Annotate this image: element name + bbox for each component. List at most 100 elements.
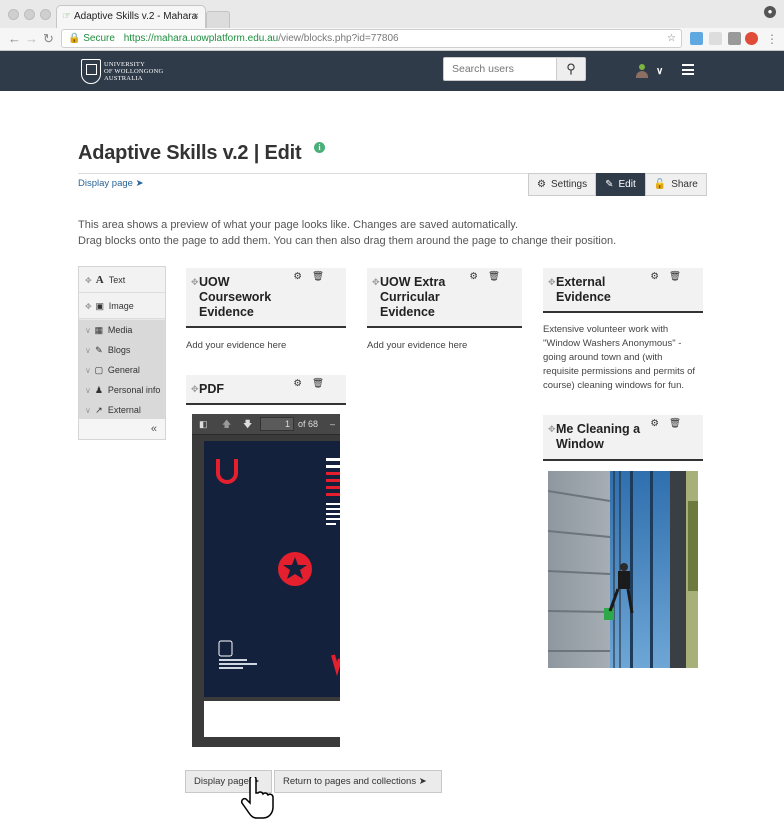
block-me-cleaning-window: ✥ Me Cleaning a Window ⚙🗑: [543, 415, 703, 461]
forward-icon[interactable]: →: [25, 30, 38, 48]
collapse-palette-button[interactable]: «: [79, 419, 165, 439]
block-title: Me Cleaning a Window: [556, 422, 641, 451]
cogs-icon: ⚙: [537, 179, 546, 190]
new-tab-button[interactable]: [206, 11, 230, 28]
favicon-icon: ☞: [62, 11, 71, 22]
u-letter-graphic: [216, 459, 238, 484]
palette-label: Media: [107, 325, 133, 335]
lock-icon: 🔒: [68, 33, 81, 44]
hamburger-menu-icon[interactable]: [682, 64, 694, 75]
palette-label: Blogs: [107, 345, 131, 355]
close-window-button[interactable]: [8, 9, 19, 20]
block-header[interactable]: ✥ UOW Coursework Evidence ⚙🗑: [186, 268, 346, 328]
gear-icon[interactable]: ⚙: [650, 418, 669, 429]
briefcase-icon: ▢: [94, 365, 104, 375]
image-icon: ▣: [95, 301, 104, 311]
adblock-icon[interactable]: [745, 32, 758, 45]
search-button[interactable]: ⚲: [557, 57, 586, 81]
settings-button[interactable]: ⚙ Settings: [528, 173, 597, 196]
uow-logo[interactable]: UNIVERSITY OF WOLLONGONG AUSTRALIA: [81, 57, 163, 85]
window-cleaner-photo: [548, 471, 698, 668]
palette-label: Personal info: [107, 385, 161, 395]
url-field[interactable]: 🔒 Secure https://mahara.uowplatform.edu.…: [61, 29, 682, 48]
block-header[interactable]: ✥ PDF ⚙🗑: [186, 375, 346, 405]
share-button[interactable]: 🔓 Share: [644, 173, 707, 196]
trash-icon[interactable]: 🗑: [312, 378, 334, 389]
edit-button[interactable]: ✎ Edit: [596, 173, 645, 196]
sidebar-toggle-icon[interactable]: ◧: [199, 414, 208, 434]
zoom-out-icon[interactable]: –: [330, 414, 335, 434]
gear-icon[interactable]: ⚙: [469, 271, 488, 282]
page-title: Adaptive Skills v.2 | Edit: [78, 142, 302, 164]
return-to-pages-button[interactable]: Return to pages and collections ➤: [274, 770, 442, 793]
palette-category-external[interactable]: ∨ ↗ External: [79, 400, 165, 420]
palette-category-blogs[interactable]: ∨ ✎ Blogs: [79, 340, 165, 360]
extension-icon[interactable]: [728, 32, 741, 45]
trash-icon[interactable]: 🗑: [669, 418, 691, 429]
back-icon[interactable]: ←: [8, 30, 21, 48]
browser-menu-icon[interactable]: ⋮: [766, 30, 778, 48]
url-host: https://mahara.uowplatform.edu.au: [123, 33, 279, 44]
secure-label: Secure: [83, 33, 115, 44]
browser-tab[interactable]: ☞ Adaptive Skills v.2 - Mahara ×: [56, 5, 206, 28]
intro-line-2: Drag blocks onto the page to add them. Y…: [78, 235, 617, 247]
trash-icon[interactable]: 🗑: [312, 271, 334, 282]
gear-icon[interactable]: ⚙: [293, 378, 312, 389]
palette-label: General: [107, 365, 140, 375]
external-link-icon: ↗: [95, 405, 103, 415]
chevron-down-icon: ∨: [85, 346, 91, 355]
chevron-down-icon: ∨: [85, 366, 91, 375]
address-bar-row: ← → ↻ 🔒 Secure https://mahara.uowplatfor…: [0, 28, 784, 50]
palette-category-media[interactable]: ∨ ▦ Media: [79, 320, 165, 340]
palette-category-general[interactable]: ∨ ▢ General: [79, 360, 165, 380]
next-page-icon[interactable]: 🡇: [243, 414, 252, 434]
info-icon[interactable]: i: [314, 142, 325, 153]
film-icon: ▦: [94, 325, 104, 335]
search-users-input[interactable]: [443, 57, 557, 81]
block-external-evidence: ✥ External Evidence ⚙🗑 Extensive volunte…: [543, 268, 703, 398]
palette-label: External: [107, 405, 141, 415]
profile-icon[interactable]: ●: [764, 6, 776, 18]
edit-label: Edit: [618, 179, 636, 190]
crest-icon: [218, 640, 233, 657]
move-icon: ✥: [548, 277, 556, 287]
block-header[interactable]: ✥ External Evidence ⚙🗑: [543, 268, 703, 313]
block-coursework-evidence: ✥ UOW Coursework Evidence ⚙🗑 Add your ev…: [186, 268, 346, 358]
palette-block-text[interactable]: ✥ A Text: [79, 267, 165, 293]
palette-label: Image: [108, 301, 134, 311]
palette-category-personal-info[interactable]: ∨ ♟ Personal info: [79, 380, 165, 400]
close-tab-icon[interactable]: ×: [193, 6, 199, 28]
trash-icon[interactable]: 🗑: [669, 271, 691, 282]
minimize-window-button[interactable]: [24, 9, 35, 20]
block-header[interactable]: ✥ UOW Extra Curricular Evidence ⚙🗑: [367, 268, 522, 328]
block-header[interactable]: ✥ Me Cleaning a Window ⚙🗑: [543, 415, 703, 461]
maximize-window-button[interactable]: [40, 9, 51, 20]
arrow-circle-right-icon: ➤: [135, 178, 144, 189]
bookmark-star-icon[interactable]: ☆: [667, 30, 676, 47]
reload-icon[interactable]: ↻: [43, 30, 54, 48]
pencil-icon: ✎: [95, 345, 103, 355]
extension-icon[interactable]: [709, 32, 722, 45]
extension-icon[interactable]: [690, 32, 703, 45]
gear-icon[interactable]: ⚙: [650, 271, 669, 282]
return-button-label: Return to pages and collections: [283, 776, 417, 787]
crest-icon: [81, 58, 101, 84]
url-path: /view/blocks.php?id=77806: [278, 33, 399, 44]
previous-page-icon[interactable]: 🡅: [222, 414, 231, 434]
tab-title: Adaptive Skills v.2 - Mahara: [74, 11, 198, 22]
block-palette: ✥ A Text ✥ ▣ Image ∨ ▦ Media ∨ ✎ Blogs ∨ ▢ General…: [78, 266, 166, 440]
move-icon: ✥: [548, 424, 556, 434]
move-icon: ✥: [372, 277, 380, 287]
gear-icon[interactable]: ⚙: [293, 271, 312, 282]
trash-icon[interactable]: 🗑: [488, 271, 510, 282]
display-page-label: Display page: [78, 178, 133, 189]
display-page-link[interactable]: Display page ➤: [78, 178, 144, 189]
pdf-toolbar: ◧ 🡅 🡇 1 of 68 –: [192, 414, 340, 435]
user-search: ⚲: [443, 57, 586, 81]
intro-line-1: This area shows a preview of what your p…: [78, 219, 519, 231]
palette-block-image[interactable]: ✥ ▣ Image: [79, 293, 165, 319]
page-number-input[interactable]: 1: [260, 417, 294, 431]
page-mode-tabs: ⚙ Settings ✎ Edit 🔓 Share: [528, 173, 707, 196]
pdf-viewer[interactable]: ◧ 🡅 🡇 1 of 68 –: [192, 414, 340, 747]
user-menu[interactable]: ∨: [636, 61, 663, 81]
